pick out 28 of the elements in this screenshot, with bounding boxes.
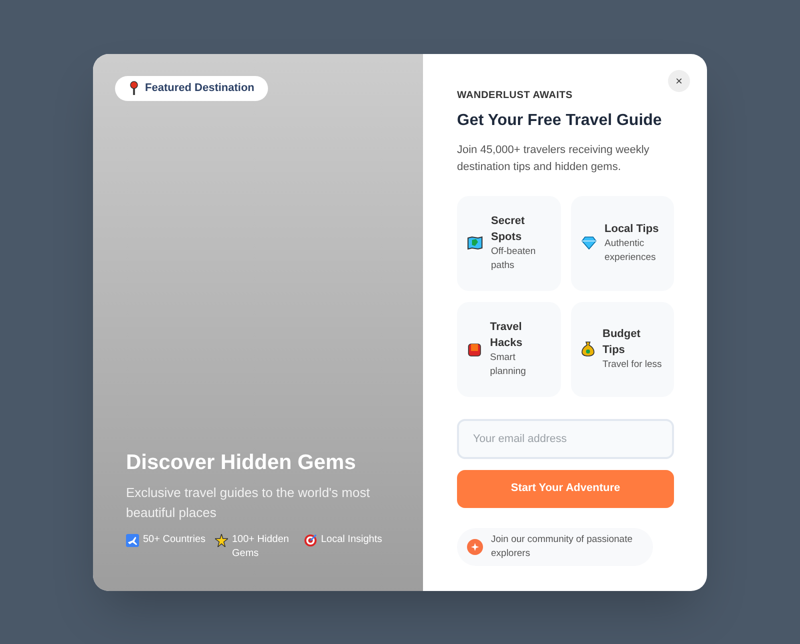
stat-label: 100+ Hidden Gems [232,532,290,560]
money-bag-icon [580,341,594,357]
feature-text: Travel for less [602,358,663,372]
feature-title: Budget Tips [602,327,642,358]
star-icon [215,534,228,546]
email-field[interactable]: Your email address [457,418,674,458]
close-button[interactable]: × [668,70,690,92]
stat-label: Local Insights [321,532,384,546]
community-text: Join our community of passionate explorers [491,532,634,560]
target-icon [304,534,317,546]
hero-subtitle: Exclusive travel guides to the world's most beautiful places [126,484,371,522]
stat-label: 50+ Countries [143,532,207,546]
badge-label: Featured Destination [145,80,254,96]
feature-title: Local Tips [604,222,660,237]
backpack-icon [467,342,482,356]
sparkle-icon [467,538,483,554]
feature-title: Travel Hacks [490,320,524,351]
feature-text: Off-beaten paths [491,245,537,273]
hero-title: Discover Hidden Gems [126,450,357,476]
description: Join 45,000+ travelers receiving weekly destination tips and hidden gems. [457,142,650,174]
feature-text: Authentic experiences [604,237,657,265]
map-icon [467,236,483,250]
pin-icon [129,81,139,95]
feature-text: Smart planning [490,351,527,379]
eyebrow: WANDERLUST AWAITS [457,88,574,102]
gem-icon [580,236,596,250]
feature-title: Secret Spots [491,214,526,245]
title: Get Your Free Travel Guide [457,110,663,130]
